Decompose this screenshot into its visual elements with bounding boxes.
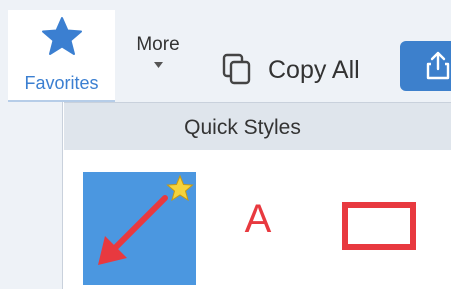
- tab-favorites[interactable]: Favorites: [8, 10, 115, 102]
- share-button[interactable]: [400, 41, 451, 91]
- favorite-star-icon: [166, 174, 194, 202]
- quick-style-rectangle[interactable]: [342, 202, 416, 250]
- favorites-label: Favorites: [24, 73, 99, 93]
- star-icon: [42, 17, 82, 55]
- toolbar: Favorites More Copy All: [0, 0, 451, 102]
- more-button[interactable]: More: [125, 34, 191, 82]
- share-icon: [426, 51, 450, 80]
- quick-style-arrow[interactable]: [83, 172, 196, 285]
- side-gutter: [0, 102, 63, 289]
- more-label: More: [136, 34, 180, 55]
- quick-style-text[interactable]: A: [230, 197, 286, 257]
- copy-icon: [222, 53, 251, 85]
- arrow-style-icon: [98, 174, 194, 265]
- panel-header: Quick Styles: [64, 102, 451, 150]
- quick-styles-panel: Quick Styles A: [64, 102, 451, 289]
- panel-title: Quick Styles: [184, 116, 301, 139]
- copy-all-button[interactable]: Copy All: [216, 44, 386, 92]
- chevron-down-icon: [154, 62, 163, 68]
- copy-all-label: Copy All: [268, 56, 360, 84]
